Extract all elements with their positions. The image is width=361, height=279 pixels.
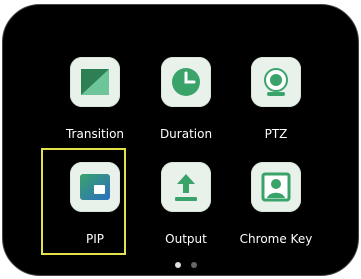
upload-icon xyxy=(161,162,211,212)
tile-ptz[interactable]: PTZ xyxy=(221,57,331,173)
clock-icon xyxy=(161,57,211,107)
portrait-icon xyxy=(251,162,301,212)
pip-icon xyxy=(70,162,120,212)
page-dot-inactive[interactable] xyxy=(191,262,197,268)
tile-chrome-key[interactable]: Chrome Key xyxy=(221,162,331,275)
page-indicator xyxy=(171,262,201,270)
camera-icon xyxy=(251,57,301,107)
transition-icon xyxy=(70,57,120,107)
tile-label: PTZ xyxy=(264,127,288,141)
page-dot-active[interactable] xyxy=(175,262,181,268)
menu-screen: Transition Duration PTZ PIP Output Chrom… xyxy=(2,4,359,276)
tile-label: Chrome Key xyxy=(239,232,313,246)
